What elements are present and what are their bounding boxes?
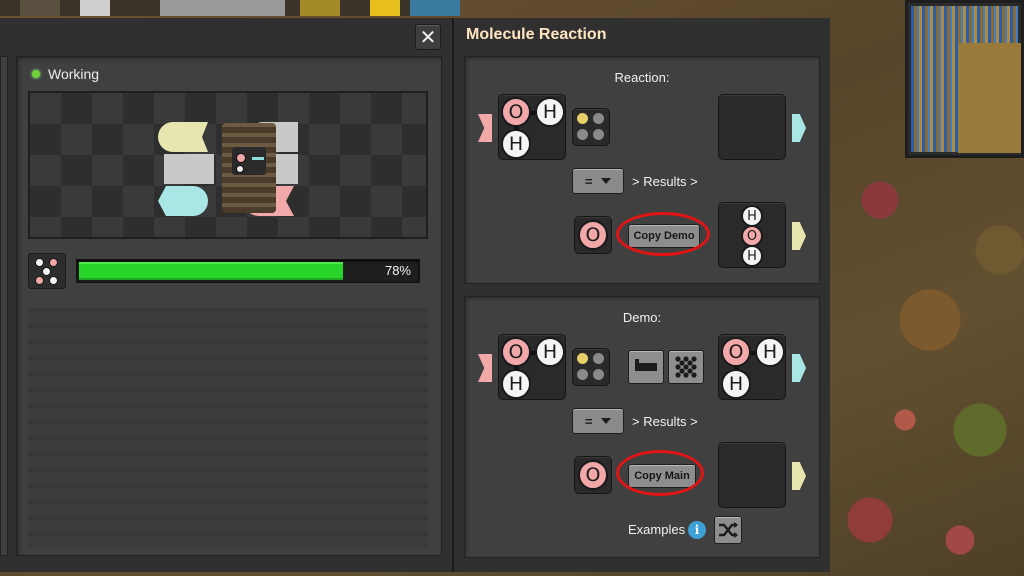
progress-bar: 78%	[76, 259, 420, 283]
highlight-circle	[616, 212, 710, 256]
recipe-icon[interactable]	[28, 253, 66, 289]
progress-bar-fill	[79, 262, 343, 280]
reaction-panel: Reaction: O H H = > Results > O Copy Dem…	[464, 56, 820, 284]
molecule-reaction-frame: Molecule Reaction Reaction: O H H = > Re…	[452, 18, 830, 572]
close-button[interactable]: ✕	[415, 24, 441, 50]
hydrogen-atom: H	[755, 337, 785, 367]
demo-catalyst-slot[interactable]	[572, 348, 610, 386]
input-arrow-icon	[478, 354, 492, 382]
demo-output-slot[interactable]: O H H	[718, 334, 786, 400]
chevron-down-icon	[600, 418, 611, 424]
progress-row: 78%	[28, 253, 420, 289]
chevron-down-icon	[600, 178, 611, 184]
grid-tool-button[interactable]	[668, 350, 704, 384]
hydrogen-atom: H	[741, 245, 763, 267]
status-indicator: Working	[32, 66, 99, 82]
operator-select[interactable]: =	[572, 408, 624, 434]
hydrogen-atom: H	[535, 97, 565, 127]
machine-tool-button[interactable]	[628, 350, 664, 384]
minimap[interactable]	[905, 0, 1024, 158]
molecule-reactor-machine	[214, 117, 284, 217]
status-label: Working	[48, 66, 100, 82]
shuffle-button[interactable]	[714, 516, 742, 544]
empty-slot-area	[28, 308, 428, 548]
demo-heading: Demo:	[622, 310, 662, 325]
demo-result-slot[interactable]	[718, 442, 786, 508]
output-port-cyan	[158, 186, 208, 216]
output-arrow-icon	[792, 114, 806, 142]
close-icon: ✕	[419, 25, 437, 49]
hydrogen-atom: H	[501, 369, 531, 399]
machine-status-frame: ✕ Working 78%	[0, 18, 452, 572]
reaction-heading: Reaction:	[614, 70, 670, 85]
output-arrow-icon	[792, 222, 806, 250]
hydrogen-atom: H	[741, 205, 763, 227]
operator-select[interactable]: =	[572, 168, 624, 194]
panel-title: Molecule Reaction	[466, 26, 607, 43]
input-arrow-icon	[478, 114, 492, 142]
atom-grid-icon	[573, 109, 611, 147]
results-label: > Results >	[632, 414, 698, 429]
output-arrow-icon	[792, 354, 806, 382]
highlight-circle	[616, 450, 704, 496]
reaction-output-slot[interactable]	[718, 94, 786, 160]
oxygen-atom: O	[501, 97, 531, 127]
examples-label: Examples	[628, 522, 686, 537]
oxygen-atom: O	[578, 220, 608, 250]
molecule-reactor-window: ✕ Working 78% Molecule Reaction Reaction…	[0, 18, 830, 572]
oxygen-atom: O	[578, 460, 608, 490]
oxygen-atom: O	[741, 225, 763, 247]
demo-input-slot[interactable]: O H H	[498, 334, 566, 400]
oxygen-atom: O	[721, 337, 751, 367]
output-arrow-icon	[792, 462, 806, 490]
dot-grid-icon	[675, 356, 697, 378]
hydrogen-atom: H	[501, 129, 531, 159]
hydrogen-atom: H	[535, 337, 565, 367]
info-icon[interactable]: i	[688, 521, 706, 539]
reaction-catalyst-slot[interactable]	[572, 108, 610, 146]
status-dot-icon	[32, 70, 40, 78]
input-port-gray	[164, 154, 214, 184]
machine-preview[interactable]	[28, 91, 428, 239]
demo-panel: Demo: O H H O H H = > Results > O Copy M…	[464, 296, 820, 558]
reaction-input-slot[interactable]: O H H	[498, 94, 566, 160]
shuffle-icon	[719, 522, 738, 538]
oxygen-atom: O	[501, 337, 531, 367]
atom-grid-icon	[573, 349, 611, 387]
progress-label: 78%	[384, 263, 411, 278]
reaction-result-slot[interactable]: H O H	[718, 202, 786, 268]
results-label: > Results >	[632, 174, 698, 189]
input-port-yellow	[158, 122, 208, 152]
hydrogen-atom: H	[721, 369, 751, 399]
single-atom-slot[interactable]: O	[574, 216, 612, 254]
top-toolbar-strip	[0, 0, 460, 16]
single-atom-slot[interactable]: O	[574, 456, 612, 494]
